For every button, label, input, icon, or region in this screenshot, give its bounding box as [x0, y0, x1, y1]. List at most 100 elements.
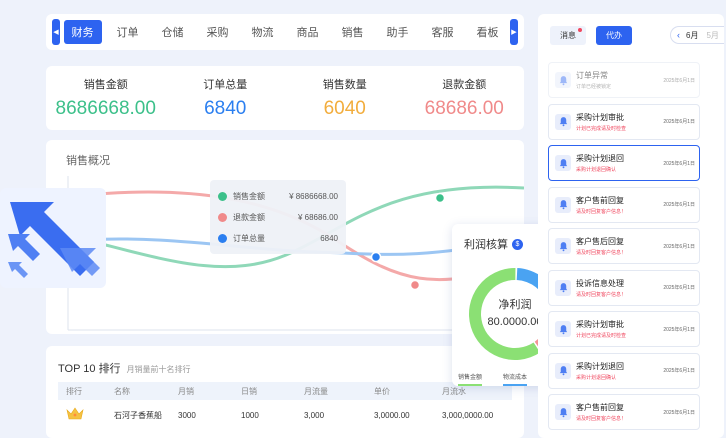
todo-item-texts: 客户售后回复 请及时回复客户信息！: [576, 236, 663, 256]
todo-item[interactable]: 采购计划退回 采购计划退回确认 2025年6月1日: [548, 352, 700, 389]
todo-item[interactable]: 订单异常 订单已经被锁定 2025年6月1日: [548, 62, 700, 98]
todo-item-subtitle: 订单已经被锁定: [576, 84, 612, 90]
todo-item[interactable]: 采购计划退回 采购计划退回确认 2025年6月1日: [548, 145, 700, 181]
todo-item-texts: 订单异常订单已经被锁定: [576, 70, 663, 90]
tab-messages[interactable]: 消息: [550, 26, 586, 45]
nav-next-button[interactable]: ▶: [510, 19, 518, 45]
todo-item-title: 订单异常: [576, 71, 608, 80]
tab-9[interactable]: 看板: [469, 20, 507, 44]
todo-item-texts: 采购计划退回 采购计划退回确认: [576, 361, 663, 381]
stat-label: 销售金额: [83, 79, 128, 91]
todo-item-date: 2025年6月1日: [663, 326, 695, 333]
todo-item-subtitle: 计划已完成请及时检查: [576, 125, 627, 132]
profit-legend-item: 物流成本: [502, 372, 527, 386]
top10-title: TOP 10 排行 月销量前十名排行: [58, 360, 191, 376]
table-cell: 3,000,0000.00: [442, 410, 494, 420]
tab-messages-label: 消息: [560, 31, 576, 40]
nav-tabs: 财务 订单 仓储 采购 物流 商品 销售 助手 客服 看板: [60, 20, 510, 44]
todo-item-date: 2025年6月1日: [663, 119, 695, 125]
tab-2[interactable]: 仓储: [154, 20, 192, 44]
bell-icon: [555, 404, 571, 420]
tab-todo[interactable]: 代办: [596, 26, 632, 45]
legend-row: 退款金额 ¥ 68686.00: [218, 207, 338, 228]
todo-item[interactable]: 客户售后回复 请及时回复客户信息！ 2025年6月1日: [548, 228, 700, 264]
stat-value: 6040: [323, 98, 366, 119]
todo-item-subtitle: 请及时回复客户信息！: [576, 291, 627, 298]
bell-icon: [555, 113, 571, 130]
month-picker[interactable]: ‹ 6月 5月: [670, 26, 724, 44]
stat-value: 6840: [204, 98, 247, 119]
legend-value: ¥ 8686668.00: [289, 192, 338, 201]
caret-left-icon: ◀: [53, 29, 59, 36]
todo-item-subtitle: 采购计划退回确认: [576, 374, 617, 381]
todo-item[interactable]: 投诉信息处理 请及时回复客户信息！ 2025年6月1日: [548, 269, 700, 306]
todo-item[interactable]: 采购计划审批 计划已完成请及时检查 2025年6月1日: [548, 103, 700, 140]
tab-6[interactable]: 销售: [334, 20, 372, 44]
top10-table-header: 排行 名称 月销 日销 月流量 单价 月流水: [58, 382, 512, 400]
todo-item-date: 2025年6月1日: [663, 368, 695, 374]
tab-5[interactable]: 商品: [289, 20, 327, 44]
tab-4[interactable]: 物流: [244, 20, 282, 44]
stats-card: 销售金额 8686668.00 订单总量 6840 销售数量 6040 退款金额 68686.…: [46, 66, 524, 130]
stat-label: 退款金额: [442, 79, 487, 91]
top10-subtitle: 月销量前十名排行: [126, 365, 191, 374]
todo-item-date: 2025年6月1日: [663, 409, 695, 416]
next-month[interactable]: 5月: [706, 30, 718, 41]
bell-icon: [555, 155, 571, 171]
tab-3[interactable]: 采购: [199, 20, 237, 44]
tab-7[interactable]: 助手: [379, 20, 417, 44]
bell-icon: [555, 362, 571, 379]
todo-item[interactable]: 采购计划审批 计划已完成请及时检查 2025年6月1日: [548, 311, 700, 347]
stat-value: 8686668.00: [55, 98, 156, 119]
legend-dot: [218, 192, 227, 201]
todo-item-texts: 采购计划审批 计划已完成请及时检查: [576, 112, 663, 132]
todo-item-texts: 投诉信息处理 请及时回复客户信息！: [576, 278, 663, 298]
tab-8[interactable]: 客服: [424, 20, 462, 44]
tab-0[interactable]: 财务: [63, 20, 102, 44]
table-cell: 石河子香蕉船: [114, 410, 162, 420]
todo-item[interactable]: 客户售前回复 请及时回复客户信息！ 2025年6月1日: [548, 186, 700, 223]
todo-item-subtitle: 采购计划退回确认: [576, 167, 617, 173]
todo-item-date: 2025年6月1日: [663, 77, 695, 84]
current-month: 6月: [686, 30, 699, 40]
table-header-cell: 单价: [374, 386, 390, 396]
growth-arrows-icon: [8, 202, 100, 278]
chart-tooltip: 销售金额 ¥ 8686668.00 退款金额 ¥ 68686.00 订单总量 6840: [210, 180, 346, 254]
panel-tabs: 消息 代办: [550, 26, 642, 45]
todo-item-date: 2025年6月1日: [663, 243, 695, 250]
stat-1: 订单总量 6840: [166, 66, 286, 130]
stat-0: 销售金额 8686668.00: [46, 66, 166, 130]
todo-item-subtitle: 请及时回复客户信息！: [576, 250, 627, 256]
todo-item[interactable]: 客户售前回复 请及时回复客户信息！ 2025年6月1日: [548, 394, 700, 430]
todo-item-title: 采购计划审批: [576, 320, 624, 329]
table-cell: 3,0000.00: [374, 410, 410, 420]
legend-label: 订单总量: [233, 234, 265, 243]
table-cell: 3,000: [304, 410, 325, 420]
stat-2: 销售数量 6040: [285, 66, 405, 130]
legend-label: 销售金额: [233, 192, 265, 201]
nav-prev-button[interactable]: ◀: [52, 19, 60, 45]
bell-icon: [555, 321, 571, 337]
legend-row: 销售金额 ¥ 8686668.00: [218, 186, 338, 207]
legend-dot: [218, 234, 227, 243]
legend-row: 订单总量 6840: [218, 228, 338, 249]
stat-value: 68686.00: [424, 98, 504, 119]
todo-item-subtitle: 请及时回复客户信息！: [576, 416, 627, 422]
stat-3: 退款金额 68686.00: [405, 66, 525, 130]
unread-dot: [578, 28, 582, 32]
table-header-cell: 日销: [241, 386, 257, 396]
sales-amount-point: [434, 192, 446, 204]
table-header-cell: 月流量: [304, 386, 328, 396]
stat-label: 销售数量: [322, 79, 367, 91]
growth-arrows-illustration: [0, 188, 106, 288]
table-header-cell: 月销: [178, 386, 194, 396]
todo-item-date: 2025年6月1日: [663, 160, 695, 167]
tab-todo-label: 代办: [606, 31, 622, 40]
notification-panel: 消息 代办 ‹ 6月 5月 订单异常 订单已经被锁定 2025年6月1日 采购计划审批…: [538, 14, 724, 438]
todo-item-title: 采购计划退回: [576, 361, 624, 371]
table-header-cell: 名称: [114, 386, 130, 396]
chevron-left-icon[interactable]: ‹: [677, 30, 680, 40]
legend-value: ¥ 68686.00: [297, 213, 338, 222]
tab-1[interactable]: 订单: [109, 20, 147, 44]
table-row[interactable]: 石河子香蕉船 3000 1000 3,000 3,0000.00 3,000,0000.0…: [58, 406, 512, 424]
